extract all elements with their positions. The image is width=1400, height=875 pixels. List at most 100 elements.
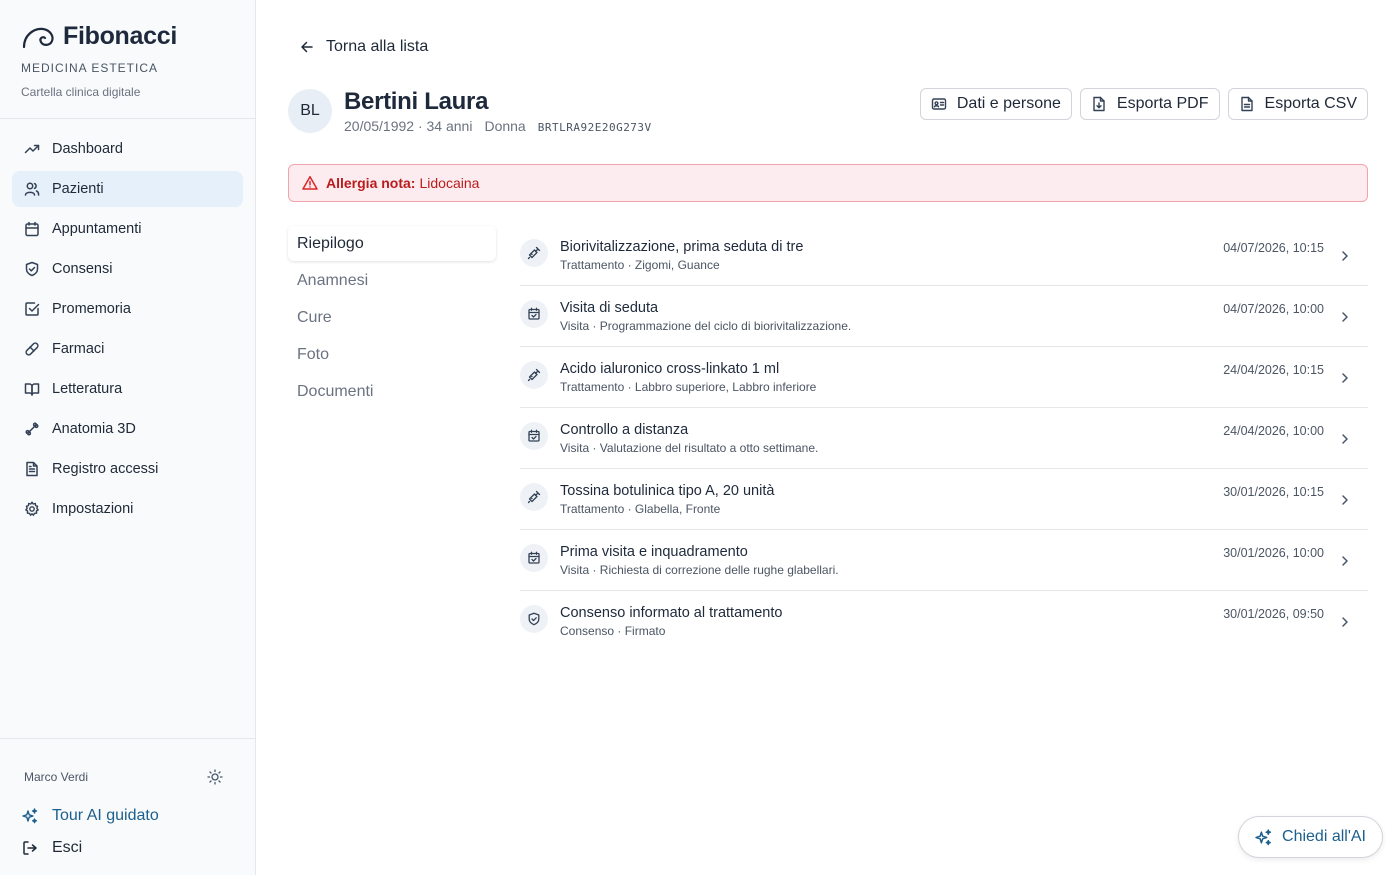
item-date: 30/01/2026, 10:00 bbox=[1223, 546, 1324, 560]
sidebar-item-label: Anatomia 3D bbox=[52, 421, 136, 437]
sidebar-item-anatomia-3d[interactable]: Anatomia 3D bbox=[12, 411, 243, 447]
sidebar-item-appuntamenti[interactable]: Appuntamenti bbox=[12, 211, 243, 247]
sidebar-item-letteratura[interactable]: Letteratura bbox=[12, 371, 243, 407]
sparkles-icon bbox=[22, 808, 38, 824]
tab-riepilogo[interactable]: Riepilogo bbox=[288, 226, 496, 261]
sidebar-item-label: Consensi bbox=[52, 261, 113, 277]
ask-ai-button[interactable]: Chiedi all'AI bbox=[1238, 816, 1383, 858]
item-date: 30/01/2026, 10:15 bbox=[1223, 485, 1324, 499]
list-item[interactable]: Visita di seduta Visita · Programmazione … bbox=[520, 286, 1368, 347]
sun-icon[interactable] bbox=[207, 769, 223, 785]
document-icon bbox=[24, 461, 40, 477]
chevron-right-icon bbox=[1342, 434, 1348, 444]
brand: Fibonacci MEDICINA ESTETICA Cartella cli… bbox=[0, 0, 255, 119]
warning-icon bbox=[302, 176, 318, 190]
id-card-icon bbox=[931, 98, 947, 110]
avatar: BL bbox=[288, 89, 332, 133]
bone-icon bbox=[24, 421, 40, 437]
sidebar-item-label: Pazienti bbox=[52, 181, 104, 197]
shield-check-icon bbox=[520, 605, 548, 633]
checkbox-icon bbox=[24, 301, 40, 317]
allergy-label: Allergia nota: bbox=[326, 175, 416, 191]
brand-name: Fibonacci bbox=[63, 22, 177, 50]
patient-birth: 20/05/1992 · 34 anni bbox=[344, 118, 473, 134]
patient-name: Bertini Laura bbox=[344, 88, 489, 115]
sidebar-item-label: Registro accessi bbox=[52, 461, 159, 477]
patient-fiscal-code: BRTLRA92E20G273V bbox=[537, 121, 652, 134]
brand-tagline: Cartella clinica digitale bbox=[21, 85, 141, 99]
gear-icon bbox=[24, 501, 40, 517]
sidebar-item-impostazioni[interactable]: Impostazioni bbox=[12, 491, 243, 527]
chevron-right-icon bbox=[1342, 495, 1348, 505]
list-item[interactable]: Tossina botulinica tipo A, 20 unità Tratt… bbox=[520, 469, 1368, 530]
logout-button[interactable]: Esci bbox=[22, 839, 233, 857]
item-subtitle: Trattamento · Labbro superiore, Labbro i… bbox=[560, 380, 817, 394]
chevron-right-icon bbox=[1342, 251, 1348, 261]
brand-subtitle: MEDICINA ESTETICA bbox=[21, 61, 159, 75]
syringe-icon bbox=[520, 361, 548, 389]
export-csv-button[interactable]: Esporta CSV bbox=[1227, 88, 1368, 120]
sidebar-nav: Dashboard Pazienti Appuntamenti Consensi… bbox=[0, 119, 255, 527]
sidebar-item-promemoria[interactable]: Promemoria bbox=[12, 291, 243, 327]
sidebar-item-registro-accessi[interactable]: Registro accessi bbox=[12, 451, 243, 487]
spiral-logo-icon bbox=[22, 27, 54, 48]
file-text-icon bbox=[1240, 96, 1253, 112]
users-icon bbox=[24, 181, 40, 197]
chevron-right-icon bbox=[1342, 312, 1348, 322]
back-label: Torna alla lista bbox=[326, 38, 429, 55]
allergy-alert: Allergia nota: Lidocaina bbox=[288, 164, 1368, 202]
sidebar-item-pazienti[interactable]: Pazienti bbox=[12, 171, 243, 207]
calendar-check-icon bbox=[520, 544, 548, 572]
dati-persone-button[interactable]: Dati e persone bbox=[919, 88, 1072, 120]
item-date: 30/01/2026, 09:50 bbox=[1223, 607, 1324, 621]
sidebar: Fibonacci MEDICINA ESTETICA Cartella cli… bbox=[0, 0, 256, 875]
calendar-icon bbox=[24, 221, 40, 237]
syringe-icon bbox=[520, 483, 548, 511]
item-date: 24/04/2026, 10:00 bbox=[1223, 424, 1324, 438]
sidebar-item-label: Promemoria bbox=[52, 301, 131, 317]
list-item[interactable]: Consenso informato al trattamento Consens… bbox=[520, 591, 1368, 652]
sidebar-item-label: Letteratura bbox=[52, 381, 123, 397]
logout-icon bbox=[23, 841, 37, 855]
tour-ai-button[interactable]: Tour AI guidato bbox=[22, 807, 233, 825]
list-item[interactable]: Prima visita e inquadramento Visita · Ric… bbox=[520, 530, 1368, 591]
list-item[interactable]: Controllo a distanza Visita · Valutazione… bbox=[520, 408, 1368, 469]
tour-ai-label: Tour AI guidato bbox=[52, 807, 159, 824]
trending-up-icon bbox=[24, 141, 40, 157]
sparkles-icon bbox=[1255, 828, 1272, 845]
book-icon bbox=[24, 381, 40, 397]
tab-foto[interactable]: Foto bbox=[288, 337, 496, 372]
ask-ai-label: Chiedi all'AI bbox=[1282, 828, 1366, 845]
syringe-icon bbox=[520, 239, 548, 267]
item-subtitle: Trattamento · Zigomi, Guance bbox=[560, 258, 720, 272]
patient-header: BL Bertini Laura 20/05/1992 · 34 anni Do… bbox=[288, 88, 652, 134]
record-tabs: Riepilogo Anamnesi Cure Foto Documenti bbox=[288, 226, 496, 411]
sidebar-item-label: Farmaci bbox=[52, 341, 105, 357]
chevron-right-icon bbox=[1342, 617, 1348, 627]
patient-gender: Donna bbox=[484, 118, 526, 134]
allergy-value: Lidocaina bbox=[419, 175, 480, 191]
calendar-check-icon bbox=[520, 300, 548, 328]
main-content: Torna alla lista BL Bertini Laura 20/05/… bbox=[256, 0, 1400, 875]
item-date: 04/07/2026, 10:00 bbox=[1223, 302, 1324, 316]
back-link[interactable]: Torna alla lista bbox=[300, 38, 428, 56]
sidebar-item-consensi[interactable]: Consensi bbox=[12, 251, 243, 287]
list-item[interactable]: Acido ialuronico cross-linkato 1 ml Tratt… bbox=[520, 347, 1368, 408]
calendar-check-icon bbox=[520, 422, 548, 450]
export-csv-label: Esporta CSV bbox=[1264, 95, 1357, 112]
sidebar-item-dashboard[interactable]: Dashboard bbox=[12, 131, 243, 167]
sidebar-item-label: Dashboard bbox=[52, 141, 123, 157]
item-subtitle: Visita · Programmazione del ciclo di bio… bbox=[560, 319, 852, 333]
tab-anamnesi[interactable]: Anamnesi bbox=[288, 263, 496, 298]
user-name: Marco Verdi bbox=[24, 770, 89, 784]
item-subtitle: Visita · Valutazione del risultato a ott… bbox=[560, 441, 819, 455]
item-subtitle: Visita · Richiesta di correzione delle r… bbox=[560, 563, 839, 577]
export-pdf-button[interactable]: Esporta PDF bbox=[1079, 88, 1220, 120]
sidebar-item-farmaci[interactable]: Farmaci bbox=[12, 331, 243, 367]
list-item[interactable]: Biorivitalizzazione, prima seduta di tre… bbox=[520, 225, 1368, 286]
tab-documenti[interactable]: Documenti bbox=[288, 374, 496, 409]
tab-cure[interactable]: Cure bbox=[288, 300, 496, 335]
sidebar-item-label: Appuntamenti bbox=[52, 221, 142, 237]
timeline-list: Biorivitalizzazione, prima seduta di tre… bbox=[520, 225, 1368, 652]
export-pdf-label: Esporta PDF bbox=[1116, 95, 1209, 112]
